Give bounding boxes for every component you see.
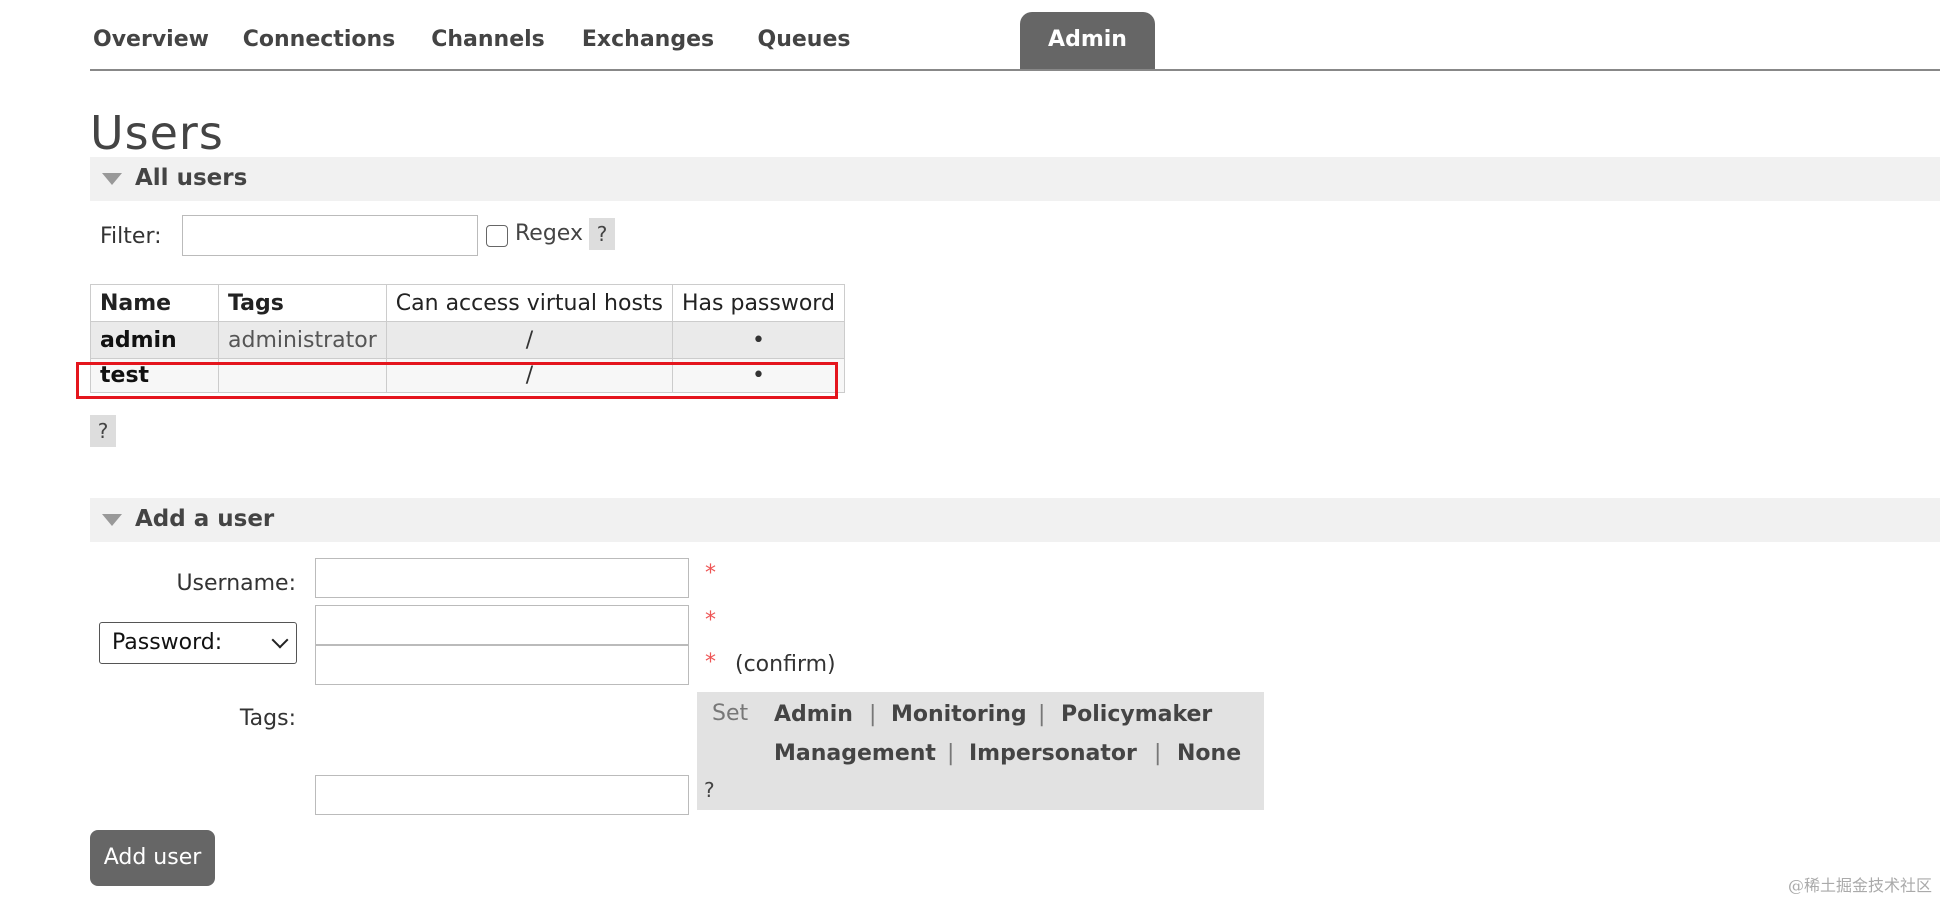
all-users-heading: All users	[135, 165, 248, 191]
tab-channels[interactable]: Channels	[426, 12, 550, 69]
has-password-dot: •	[672, 358, 845, 393]
tag-presets-box: Set Admin | Monitoring | Policymaker Man…	[697, 692, 1264, 810]
tag-option-admin[interactable]: Admin	[774, 702, 853, 727]
page-title: Users	[90, 106, 224, 160]
add-user-button[interactable]: Add user	[90, 830, 215, 886]
username-input[interactable]	[315, 558, 689, 598]
column-header-has-password[interactable]: Has password	[672, 284, 845, 322]
required-mark: *	[705, 561, 716, 586]
tag-option-impersonator[interactable]: Impersonator	[969, 741, 1137, 766]
tag-option-management[interactable]: Management	[774, 741, 936, 766]
user-name-link[interactable]: test	[90, 358, 219, 393]
column-header-name[interactable]: Name	[90, 284, 219, 322]
table-header-row: Name Tags Can access virtual hosts Has p…	[90, 284, 845, 322]
tab-exchanges[interactable]: Exchanges	[578, 12, 718, 69]
tab-connections[interactable]: Connections	[240, 12, 398, 69]
tag-option-policymaker[interactable]: Policymaker	[1061, 702, 1212, 727]
watermark: @稀土掘金技术社区	[1787, 876, 1932, 895]
tab-overview[interactable]: Overview	[90, 12, 212, 69]
filter-help-button[interactable]: ?	[589, 218, 615, 250]
tag-separator: |	[947, 741, 955, 766]
tags-label: Tags:	[239, 706, 296, 731]
main-nav: Overview Connections Channels Exchanges …	[90, 12, 1940, 71]
tags-help-button[interactable]: ?	[704, 778, 715, 802]
add-user-heading: Add a user	[135, 506, 275, 532]
all-users-section-header[interactable]: All users	[90, 157, 1940, 201]
confirm-label: (confirm)	[735, 652, 836, 677]
required-mark: *	[705, 650, 716, 675]
tag-separator: |	[869, 702, 877, 727]
tab-queues[interactable]: Queues	[746, 12, 862, 69]
user-tags	[218, 358, 387, 393]
add-user-section-header[interactable]: Add a user	[90, 498, 1940, 542]
user-vhosts: /	[385, 358, 674, 393]
user-name-link[interactable]: admin	[90, 321, 219, 359]
user-tags: administrator	[218, 321, 387, 359]
username-label: Username:	[176, 571, 296, 596]
password-confirm-input[interactable]	[315, 645, 689, 685]
filter-label: Filter:	[100, 224, 162, 249]
chevron-down-icon	[271, 631, 289, 649]
password-input[interactable]	[315, 605, 689, 645]
regex-checkbox[interactable]	[486, 225, 508, 247]
tag-option-none[interactable]: None	[1177, 741, 1241, 766]
table-help-button[interactable]: ?	[90, 415, 116, 447]
tag-option-monitoring[interactable]: Monitoring	[891, 702, 1027, 727]
column-header-vhosts[interactable]: Can access virtual hosts	[385, 284, 674, 322]
table-row[interactable]: admin administrator / •	[90, 321, 845, 359]
password-type-select[interactable]: Password:	[99, 622, 297, 664]
required-mark: *	[705, 608, 716, 633]
tag-set-label: Set	[712, 701, 749, 726]
users-table: Name Tags Can access virtual hosts Has p…	[90, 284, 845, 393]
collapse-triangle-icon	[102, 514, 122, 526]
column-header-tags[interactable]: Tags	[218, 284, 387, 322]
filter-input[interactable]	[182, 215, 478, 256]
regex-label: Regex	[515, 221, 583, 246]
user-vhosts: /	[385, 321, 674, 359]
tab-admin[interactable]: Admin	[1020, 12, 1155, 69]
tag-separator: |	[1038, 702, 1046, 727]
has-password-dot: •	[672, 321, 845, 359]
tags-input[interactable]	[315, 775, 689, 815]
password-select-value: Password:	[112, 630, 223, 655]
collapse-triangle-icon	[102, 173, 122, 185]
tag-separator: |	[1154, 741, 1162, 766]
table-row[interactable]: test / •	[90, 358, 845, 393]
